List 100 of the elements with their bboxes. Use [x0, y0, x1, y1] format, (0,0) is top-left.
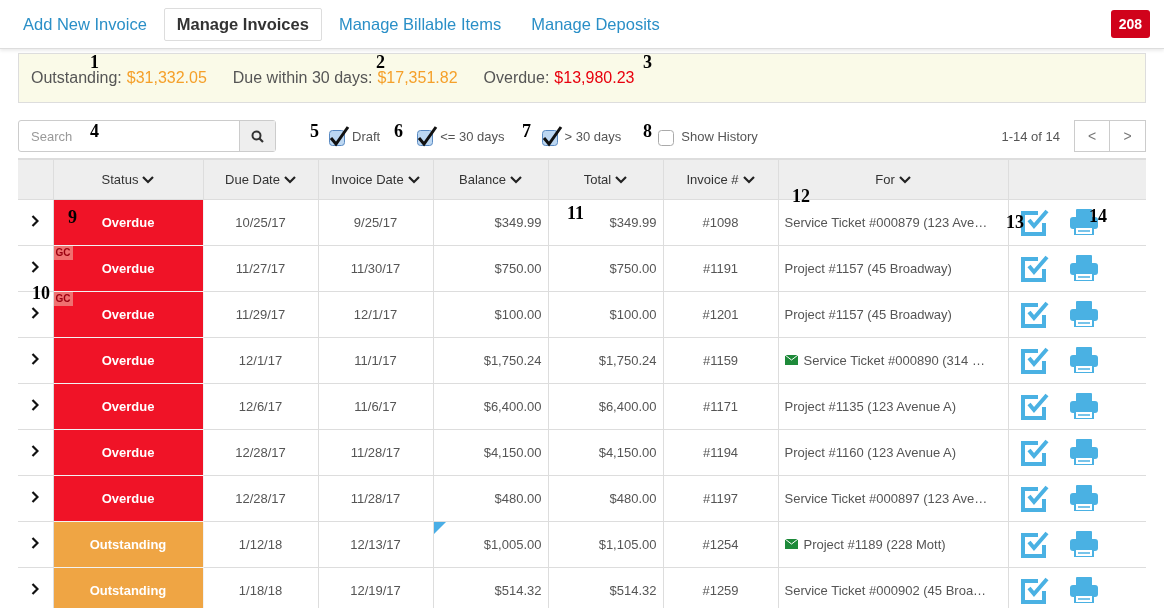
chevron-right-icon[interactable]	[31, 491, 40, 503]
table-cell: 11/1/17	[318, 337, 433, 384]
table-cell: $349.99	[494, 215, 542, 230]
annotation-number: 9	[68, 208, 77, 226]
annotation-number: 3	[643, 53, 652, 71]
status-cell: Overdue	[53, 383, 203, 430]
checkbox-check-icon[interactable]	[1019, 346, 1050, 375]
table-cell: 11/30/17	[318, 245, 433, 292]
table-cell: 11/29/17	[203, 291, 318, 338]
chevron-down-icon[interactable]	[898, 175, 911, 184]
table-cell: 9/25/17	[318, 199, 433, 246]
prev-page-button[interactable]: <	[1074, 120, 1110, 152]
table-cell: $4,150.00	[483, 445, 542, 460]
chevron-right-icon[interactable]	[31, 537, 40, 549]
filter-label: Show History	[681, 128, 758, 144]
table-cell: #1171	[663, 383, 778, 430]
column-header[interactable]: Due Date	[225, 172, 280, 187]
checkbox-check-icon[interactable]	[1019, 484, 1050, 513]
next-page-button[interactable]: >	[1110, 120, 1146, 152]
nav-tab[interactable]: Add New Invoice	[10, 7, 160, 41]
table-cell: #1191	[663, 245, 778, 292]
checkbox-check-icon[interactable]	[1019, 392, 1050, 421]
table-cell: 12/6/17	[203, 383, 318, 430]
search-button[interactable]	[239, 121, 275, 151]
annotation-number: 1	[90, 53, 99, 71]
annotation-number: 8	[643, 122, 652, 140]
column-header[interactable]: Invoice #	[686, 172, 739, 187]
table-cell: $750.00	[548, 245, 663, 292]
table-cell: $6,400.00	[483, 399, 542, 414]
table-cell: #1201	[663, 291, 778, 338]
checkbox-check-icon[interactable]	[1019, 300, 1050, 329]
table-cell: 11/27/17	[203, 245, 318, 292]
table-cell: 11/28/17	[318, 429, 433, 476]
chevron-down-icon[interactable]	[142, 175, 155, 184]
annotation-number: 4	[90, 122, 99, 140]
summary-label: Overdue:	[483, 69, 550, 87]
status-cell: Overdue	[53, 475, 203, 522]
summary-label: Outstanding:	[31, 69, 122, 87]
checkbox[interactable]	[416, 125, 439, 147]
table-cell: 11/28/17	[318, 475, 433, 522]
table-cell: 11/6/17	[318, 383, 433, 430]
annotation-number: 11	[567, 204, 584, 222]
table-cell: $1,750.24	[548, 337, 663, 384]
table-cell: $1,005.00	[483, 537, 542, 552]
status-cell: Outstanding	[53, 521, 203, 568]
chevron-down-icon[interactable]	[283, 175, 296, 184]
summary-amount: $17,351.82	[377, 69, 458, 87]
annotation-number: 12	[792, 187, 810, 205]
column-header[interactable]: Total	[583, 172, 612, 187]
table-cell: 12/28/17	[203, 429, 318, 476]
status-cell: Overdue GC	[53, 245, 203, 292]
nav-tab[interactable]: Manage Billable Items	[325, 7, 515, 41]
table-cell: $514.32	[494, 583, 542, 598]
chevron-right-icon[interactable]	[31, 261, 40, 273]
chevron-right-icon[interactable]	[31, 445, 40, 457]
table-cell: $100.00	[548, 291, 663, 338]
column-header[interactable]: For	[875, 172, 895, 187]
status-cell: Overdue GC	[53, 291, 203, 338]
table-cell: $750.00	[494, 261, 542, 276]
filter-label: <= 30 days	[440, 128, 505, 144]
checkbox[interactable]	[328, 125, 350, 147]
table-cell: #1159	[663, 337, 778, 384]
chevron-right-icon[interactable]	[31, 353, 40, 365]
chevron-right-icon[interactable]	[31, 215, 40, 227]
nav-tab[interactable]: Manage Deposits	[518, 7, 673, 41]
status-cell: Overdue	[53, 429, 203, 476]
checkbox-check-icon[interactable]	[1019, 530, 1050, 559]
annotation-number: 7	[522, 122, 531, 140]
checkbox-check-icon[interactable]	[1019, 254, 1050, 283]
annotation-number: 2	[376, 53, 385, 71]
status-cell: Overdue	[53, 337, 203, 384]
annotation-number: 5	[310, 122, 319, 140]
page-range: 1-14 of 14	[1001, 128, 1060, 144]
summary-label: Due within 30 days:	[232, 69, 373, 87]
column-header[interactable]: Balance	[459, 172, 506, 187]
checkbox-check-icon[interactable]	[1019, 438, 1050, 467]
annotation-number: 6	[394, 122, 403, 140]
chevron-right-icon[interactable]	[31, 583, 40, 595]
table-cell: #1098	[663, 199, 778, 246]
table-cell: $6,400.00	[548, 383, 663, 430]
chevron-right-icon[interactable]	[31, 399, 40, 411]
table-cell: #1197	[663, 475, 778, 522]
table-cell: 12/13/17	[318, 521, 433, 568]
envelope-icon	[784, 539, 798, 550]
table-cell: $100.00	[494, 307, 542, 322]
summary-amount: $13,980.23	[554, 69, 635, 87]
chevron-right-icon[interactable]	[31, 307, 40, 319]
table-cell: 10/25/17	[203, 199, 318, 246]
chevron-down-icon[interactable]	[742, 175, 755, 184]
filter-label: Draft	[352, 128, 381, 144]
column-header[interactable]: Status	[101, 172, 139, 187]
checkbox-check-icon[interactable]	[1019, 576, 1050, 605]
chevron-down-icon[interactable]	[510, 175, 522, 184]
nav-tab[interactable]: Manage Invoices	[163, 7, 322, 41]
table-cell: $4,150.00	[548, 429, 663, 476]
chevron-down-icon[interactable]	[615, 175, 628, 184]
summary-amount: $31,332.05	[126, 69, 207, 87]
checkbox[interactable]	[540, 125, 563, 147]
chevron-down-icon[interactable]	[407, 175, 420, 184]
table-cell: $480.00	[494, 491, 542, 506]
